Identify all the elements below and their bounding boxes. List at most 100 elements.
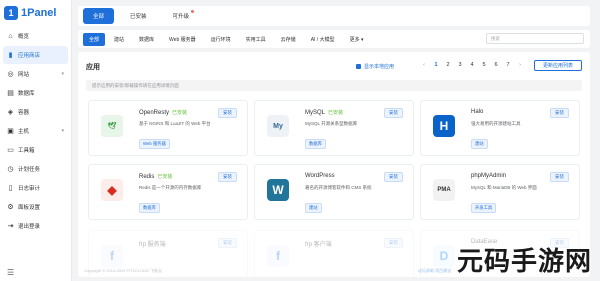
category-tab[interactable]: 更多 ▾ [344, 33, 370, 46]
installed-tag: 已安装 [157, 174, 173, 180]
checkbox-icon [356, 64, 361, 69]
redis-icon: ◆ [101, 179, 123, 201]
sidebar: 1 1Panel ⌂ 概览 ▮ 应用商店 ◎ 网站 ▾ ▤ 数据库 ◈ 容器 ▣ 主机 ▾ ▭ 工具箱 ◷ 计划任… [0, 0, 72, 281]
sidebar-item-label: 日志审计 [18, 186, 41, 192]
log-icon: ▯ [8, 185, 13, 192]
app-description: 基于 NGINX 和 LuaJIT 的 Web 平台 [139, 121, 211, 126]
phpmyadmin-icon: PMA [433, 179, 455, 201]
chevron-down-icon: ▾ [61, 128, 64, 134]
app-card[interactable]: 🕊 OpenResty 已安装 基于 NGINX 和 LuaJIT 的 Web 平台 W… [88, 100, 248, 156]
sidebar-item[interactable]: ◈ 容器 [3, 103, 68, 121]
app-card[interactable]: W WordPress 著名的开源博客软件和 CMS 系统 建站 安装 [254, 164, 414, 220]
page-number[interactable]: 3 [454, 62, 466, 68]
category-badge: 建站 [471, 139, 488, 149]
install-button[interactable]: 安装 [550, 108, 569, 118]
page-title: 应用 [86, 64, 100, 71]
page-number[interactable]: 4 [466, 62, 478, 68]
app-name-text: MySQL [305, 110, 326, 116]
app-card[interactable]: PMA phpMyAdmin MySQL 和 MariaDB 的 Web 界面 开发工… [420, 164, 580, 220]
sidebar-item[interactable]: ◷ 计划任务 [3, 160, 68, 178]
sidebar-item[interactable]: ▣ 主机 ▾ [3, 122, 68, 140]
dataease-icon: D [433, 245, 455, 267]
install-button[interactable]: 安装 [550, 172, 569, 182]
install-button[interactable]: 安装 [384, 172, 403, 182]
toolbox-icon: ▭ [7, 147, 14, 154]
install-button[interactable]: 安装 [384, 108, 403, 118]
sidebar-item[interactable]: ⌂ 概览 [3, 27, 68, 45]
pagination: ‹ 1 2 3 4 5 6 7 › [418, 62, 526, 68]
frp-icon: f [101, 245, 123, 267]
sidebar-item-label: 退出登录 [18, 224, 41, 230]
app-name-text: WordPress [305, 173, 335, 179]
logo-icon: 1 [4, 6, 18, 20]
update-list-button[interactable]: 更新应用列表 [534, 60, 582, 71]
tab[interactable]: 已安装 [120, 8, 157, 24]
search-input[interactable]: 搜索 [486, 33, 584, 44]
app-name: phpMyAdmin [471, 173, 506, 179]
clock-icon: ◷ [7, 166, 14, 173]
sidebar-menu: ⌂ 概览 ▮ 应用商店 ◎ 网站 ▾ ▤ 数据库 ◈ 容器 ▣ 主机 ▾ ▭ 工具箱 ◷ 计划任务 ▯ 日志审计 ⚙ 面板… [0, 27, 71, 235]
app-card[interactable]: My MySQL 已安装 MySQL 开源关系型数据库 数据库 安装 [254, 100, 414, 156]
app-card[interactable]: H Halo 强大易用的开源建站工具 建站 安装 [420, 100, 580, 156]
install-button[interactable]: 安装 [384, 238, 403, 248]
container-icon: ◈ [7, 109, 14, 116]
category-tab[interactable]: Web 服务器 [163, 33, 202, 46]
install-button[interactable]: 安装 [218, 108, 237, 118]
sidebar-item-label: 应用商店 [18, 53, 41, 59]
update-dot [191, 10, 195, 13]
app-description: 强大易用的开源建站工具 [471, 121, 521, 126]
sidebar-item[interactable]: ▯ 日志审计 [3, 179, 68, 197]
category-tab[interactable]: 全部 [83, 32, 106, 46]
database-icon: ▤ [7, 90, 14, 97]
mysql-icon: My [267, 115, 289, 137]
category-bar: 全部 建站 数据库 Web 服务器 运行环境 实用工具 云存储 AI / 大模型 更多 ▾ 搜索 [78, 30, 590, 48]
app-description: MySQL 和 MariaDB 的 Web 界面 [471, 185, 537, 190]
prev-page-icon[interactable]: ‹ [418, 62, 430, 68]
category-tab[interactable]: 运行环境 [205, 33, 237, 46]
category-tab[interactable]: 云存储 [275, 33, 302, 46]
category-badge: 数据库 [305, 139, 326, 149]
sidebar-item[interactable]: ▤ 数据库 [3, 84, 68, 102]
category-tab[interactable]: 建站 [108, 33, 130, 46]
install-button[interactable]: 安装 [218, 172, 237, 182]
app-name-text: Halo [471, 109, 484, 115]
footer-links[interactable]: 论坛求助 项目建议 [418, 268, 451, 274]
category-badge: 数据库 [139, 203, 160, 213]
sidebar-item-label: 网站 [18, 72, 30, 78]
category-tab[interactable]: 数据库 [133, 33, 160, 46]
app-card[interactable]: ◆ Redis 已安装 Redis 是一个开源的内存数据库 数据库 安装 [88, 164, 248, 220]
app-name: Halo [471, 109, 483, 115]
app-description: 著名的开源博客软件和 CMS 系统 [305, 185, 372, 190]
sidebar-item-label: 概览 [18, 34, 30, 40]
page-number[interactable]: 2 [442, 62, 454, 68]
globe-icon: ◎ [7, 71, 14, 78]
tab[interactable]: 可升级 [163, 8, 200, 24]
category-badge: 建站 [305, 203, 322, 213]
collapse-icon[interactable]: ☰ [7, 268, 14, 277]
openresty-icon: 🕊 [101, 115, 123, 137]
page-number[interactable]: 1 [430, 62, 442, 68]
app-name-text: Redis [139, 174, 155, 180]
sidebar-item[interactable]: ▮ 应用商店 [3, 46, 68, 64]
logo[interactable]: 1 1Panel [0, 0, 71, 26]
sidebar-item[interactable]: ⇥ 退出登录 [3, 217, 68, 235]
install-button[interactable]: 安装 [218, 238, 237, 248]
app-name: OpenResty 已安装 [139, 109, 187, 116]
sidebar-item[interactable]: ⚙ 面板设置 [3, 198, 68, 216]
show-local-label: 显示本地应用 [364, 64, 395, 70]
page-number[interactable]: 5 [478, 62, 490, 68]
logo-text: 1Panel [21, 7, 57, 19]
next-page-icon[interactable]: › [514, 62, 526, 68]
logout-icon: ⇥ [7, 223, 14, 230]
category-tab[interactable]: AI / 大模型 [305, 33, 341, 46]
show-local-checkbox[interactable]: 显示本地应用 [356, 63, 394, 70]
tab[interactable]: 全部 [83, 8, 115, 24]
page-number[interactable]: 6 [490, 62, 502, 68]
frp-client-icon: f [267, 245, 289, 267]
page-number[interactable]: 7 [502, 62, 514, 68]
sidebar-item[interactable]: ▭ 工具箱 [3, 141, 68, 159]
chevron-down-icon: ▾ [61, 71, 64, 77]
sidebar-item[interactable]: ◎ 网站 ▾ [3, 65, 68, 83]
sidebar-item-label: 容器 [18, 110, 30, 116]
category-tab[interactable]: 实用工具 [240, 33, 272, 46]
